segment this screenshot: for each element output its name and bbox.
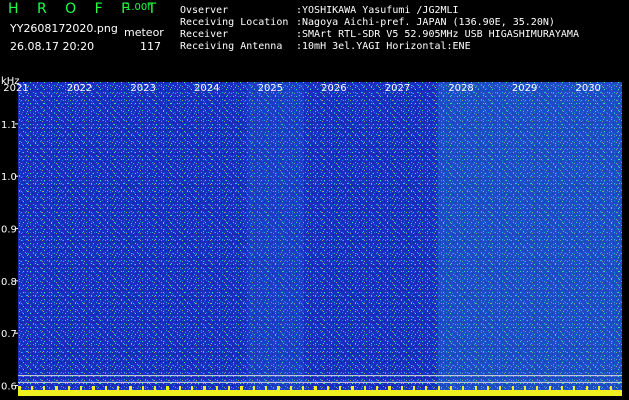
info-key-antenna: Receiving Antenna: [180, 41, 283, 52]
level-spike: [413, 386, 415, 390]
level-spike: [19, 386, 21, 390]
level-spike: [536, 386, 538, 390]
level-spike: [315, 386, 317, 390]
x-tick-label: 2021: [3, 83, 28, 94]
level-spike: [425, 386, 427, 390]
level-spike: [117, 386, 119, 390]
level-spike: [68, 386, 70, 390]
level-spike: [191, 386, 193, 390]
brighter-region: [437, 82, 622, 396]
x-tick-label: 2030: [575, 83, 600, 94]
level-spike: [586, 386, 588, 390]
level-spike: [524, 386, 526, 390]
version-label: 1.00f: [125, 2, 151, 13]
y-tick-label: 1.1: [1, 120, 17, 131]
level-spike: [487, 386, 489, 390]
level-spike: [475, 386, 477, 390]
level-spike: [265, 386, 267, 390]
level-bar: [18, 390, 622, 396]
level-spike: [549, 386, 551, 390]
x-tick-label: 2028: [448, 83, 473, 94]
level-spike: [253, 386, 255, 390]
level-spike: [573, 386, 575, 390]
level-spike: [154, 386, 156, 390]
x-tick-label: 2024: [194, 83, 219, 94]
count-label: 117: [140, 40, 161, 53]
level-spike: [499, 386, 501, 390]
level-spike: [179, 386, 181, 390]
level-spike: [43, 386, 45, 390]
level-spike: [80, 386, 82, 390]
x-tick-label: 2029: [512, 83, 537, 94]
y-tick-label: 0.6: [1, 382, 17, 393]
level-spike: [216, 386, 218, 390]
vertical-streak: [246, 82, 305, 396]
level-spike: [278, 386, 280, 390]
level-spike: [438, 386, 440, 390]
level-spike: [364, 386, 366, 390]
level-spike: [376, 386, 378, 390]
level-spike: [352, 386, 354, 390]
level-spike: [290, 386, 292, 390]
level-spike: [93, 386, 95, 390]
level-spike: [130, 386, 132, 390]
level-spike: [327, 386, 329, 390]
level-spike: [228, 386, 230, 390]
level-spike: [401, 386, 403, 390]
level-spike: [462, 386, 464, 390]
mode-label: meteor: [124, 26, 164, 39]
level-spike: [241, 386, 243, 390]
level-spike: [610, 386, 612, 390]
level-spike: [512, 386, 514, 390]
info-value-location: :Nagoya Aichi-pref. JAPAN (136.90E, 35.2…: [296, 17, 555, 28]
x-tick-label: 2027: [385, 83, 410, 94]
x-tick-label: 2026: [321, 83, 346, 94]
level-spike: [561, 386, 563, 390]
level-spike: [56, 386, 58, 390]
info-key-observer: Ovserver: [180, 5, 229, 16]
y-tick-label: 0.8: [1, 277, 17, 288]
x-tick-label: 2025: [258, 83, 283, 94]
level-spike: [450, 386, 452, 390]
info-value-antenna: :10mH 3el.YAGI Horizontal:ENE: [296, 41, 471, 52]
spectrogram-chart: kHz1.11.00.90.80.70.62021 2022 2023 2024 202…: [1, 76, 622, 396]
x-tick-label: 2023: [130, 83, 155, 94]
y-tick-label: 0.7: [1, 329, 17, 340]
level-spike: [31, 386, 33, 390]
filename-label: YY2608172020.png: [10, 22, 118, 35]
level-spike: [105, 386, 107, 390]
info-value-receiver: :SMArt RTL-SDR V5 52.905MHz USB HIGASHIM…: [296, 29, 579, 40]
info-key-location: Receiving Location: [180, 17, 289, 28]
datetime-label: 26.08.17 20:20: [10, 40, 95, 53]
level-spike: [339, 386, 341, 390]
x-tick-label: 2022: [67, 83, 92, 94]
level-spike: [204, 386, 206, 390]
level-spike: [142, 386, 144, 390]
level-spike: [302, 386, 304, 390]
level-spike: [167, 386, 169, 390]
y-tick-label: 0.9: [1, 225, 17, 236]
y-tick-label: 1.0: [1, 172, 17, 183]
level-spike: [598, 386, 600, 390]
info-value-observer: :YOSHIKAWA Yasufumi /JG2MLI: [296, 5, 459, 16]
level-spike: [389, 386, 391, 390]
info-key-receiver: Receiver: [180, 29, 229, 40]
